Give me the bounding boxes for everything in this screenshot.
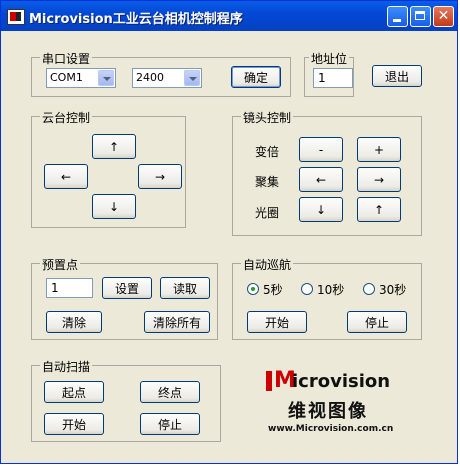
iris-close-button[interactable]: ↓: [299, 197, 343, 222]
com-port-select[interactable]: COM1: [46, 68, 116, 88]
scan-start-button[interactable]: 开始: [44, 413, 104, 435]
iris-label: 光圈: [255, 206, 280, 220]
zoom-plus-button[interactable]: +: [357, 137, 401, 162]
window-title: Microvision工业云台相机控制程序: [29, 12, 243, 27]
cruise-5s-label[interactable]: 5秒: [263, 281, 283, 298]
logo-mark: [266, 371, 272, 391]
title-bar[interactable]: Microvision工业云台相机控制程序 ✕: [1, 1, 457, 31]
ptz-control-legend: 云台控制: [40, 109, 93, 126]
exit-button[interactable]: 退出: [372, 65, 422, 87]
ptz-control-group: 云台控制 ↑ ← → ↓: [31, 109, 186, 228]
chevron-down-icon[interactable]: [98, 70, 114, 86]
auto-cruise-legend: 自动巡航: [241, 256, 294, 273]
focus-label: 聚集: [255, 175, 280, 189]
minimize-button[interactable]: [387, 6, 408, 27]
cruise-10s-label[interactable]: 10秒: [317, 281, 344, 298]
brand-logo: M icrovision 维视图像 www.Microvision.com.cn: [266, 367, 396, 447]
cruise-30s-label[interactable]: 30秒: [379, 281, 406, 298]
baud-rate-value: 2400: [136, 71, 164, 84]
scan-start-point-button[interactable]: 起点: [44, 381, 104, 403]
app-icon[interactable]: [7, 9, 25, 25]
auto-scan-group: 自动扫描 起点 终点 开始 停止: [31, 358, 221, 442]
preset-group: 预置点 1 设置 读取 清除 清除所有: [31, 256, 218, 340]
preset-number-value: 1: [51, 281, 59, 295]
zoom-minus-button[interactable]: -: [299, 137, 343, 162]
zoom-label: 变倍: [255, 145, 280, 159]
ptz-right-button[interactable]: →: [138, 164, 182, 189]
focus-near-button[interactable]: ←: [299, 167, 343, 192]
cruise-stop-button[interactable]: 停止: [347, 311, 407, 333]
serial-settings-group: 串口设置 COM1 2400 确定: [31, 50, 291, 97]
logo-word: icrovision: [292, 371, 391, 392]
address-input[interactable]: 1: [313, 68, 353, 88]
auto-cruise-group: 自动巡航 5秒 10秒 30秒 开始 停止: [232, 256, 422, 340]
preset-legend: 预置点: [40, 256, 81, 273]
preset-clear-all-button[interactable]: 清除所有: [144, 311, 210, 333]
maximize-button[interactable]: [410, 6, 431, 27]
iris-open-button[interactable]: ↑: [357, 197, 401, 222]
auto-scan-legend: 自动扫描: [40, 358, 93, 375]
com-port-value: COM1: [50, 71, 83, 84]
logo-chinese: 维视图像: [288, 401, 368, 422]
minimize-icon: [388, 7, 407, 26]
close-icon: ✕: [437, 8, 450, 24]
close-button[interactable]: ✕: [433, 6, 454, 27]
cruise-start-button[interactable]: 开始: [247, 311, 307, 333]
ptz-left-button[interactable]: ←: [44, 164, 88, 189]
address-group: 地址位 1: [304, 50, 354, 97]
cruise-10s-radio[interactable]: [301, 283, 313, 295]
baud-rate-select[interactable]: 2400: [132, 68, 202, 88]
scan-end-point-button[interactable]: 终点: [140, 381, 200, 403]
client-area: 串口设置 COM1 2400 确定 地址位 1 退出 云台控制 ↑ ← → ↓ …: [4, 31, 454, 462]
scan-stop-button[interactable]: 停止: [140, 413, 200, 435]
address-legend: 地址位: [309, 50, 350, 67]
brand-url: www.Microvision.com.cn: [268, 424, 394, 434]
preset-clear-button[interactable]: 清除: [46, 311, 102, 333]
preset-read-button[interactable]: 读取: [160, 277, 210, 299]
ptz-up-button[interactable]: ↑: [92, 134, 136, 159]
maximize-icon: [411, 7, 430, 26]
cruise-5s-radio[interactable]: [247, 283, 259, 295]
focus-far-button[interactable]: →: [357, 167, 401, 192]
lens-control-group: 镜头控制 变倍 - + 聚集 ← → 光圈 ↓ ↑: [232, 109, 422, 236]
cruise-30s-radio[interactable]: [363, 283, 375, 295]
preset-set-button[interactable]: 设置: [102, 277, 152, 299]
lens-control-legend: 镜头控制: [241, 109, 294, 126]
ptz-down-button[interactable]: ↓: [92, 194, 136, 219]
address-value: 1: [318, 71, 326, 85]
chevron-down-icon[interactable]: [184, 70, 200, 86]
confirm-button[interactable]: 确定: [231, 66, 281, 88]
preset-number-input[interactable]: 1: [46, 278, 93, 298]
app-window: Microvision工业云台相机控制程序 ✕ 串口设置 COM1 2400 确…: [0, 0, 458, 464]
serial-settings-legend: 串口设置: [40, 50, 93, 67]
